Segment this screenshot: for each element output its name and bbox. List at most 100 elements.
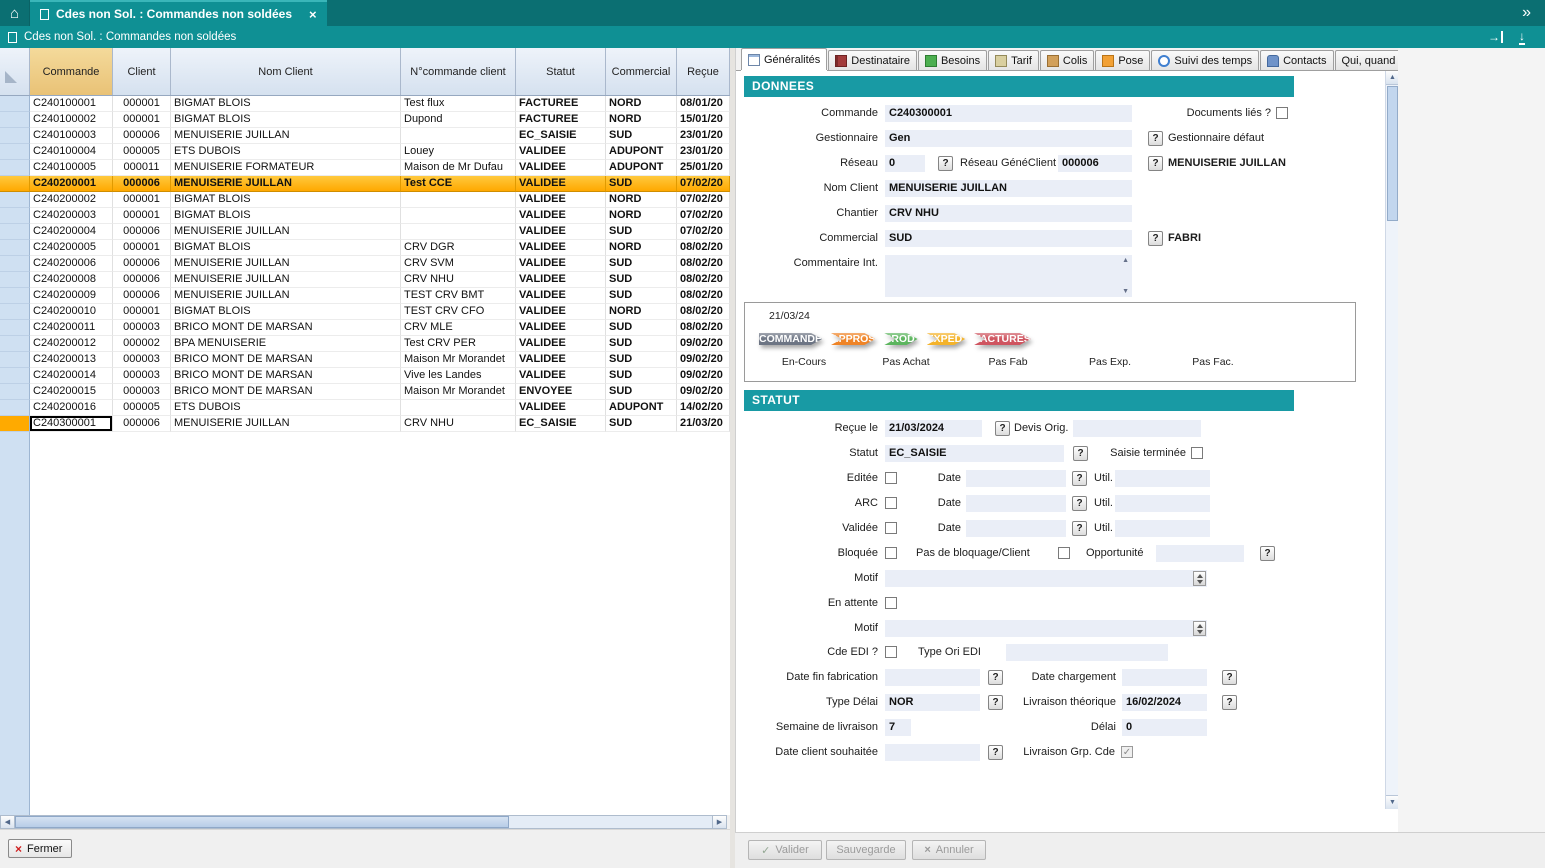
cell-client[interactable]: 000001 — [113, 112, 171, 128]
row-selector[interactable] — [0, 384, 30, 400]
cell-statut[interactable]: ENVOYEE — [516, 384, 606, 400]
cell-commercial[interactable]: ADUPONT — [606, 400, 677, 416]
cell-recue[interactable]: 21/03/20 — [677, 416, 730, 432]
row-selector[interactable] — [0, 304, 30, 320]
cell-commercial[interactable]: SUD — [606, 272, 677, 288]
tab-besoins[interactable]: Besoins — [918, 50, 987, 70]
cell-num-commande-client[interactable]: Test flux — [401, 96, 516, 112]
row-selector[interactable] — [0, 160, 30, 176]
cell-commercial[interactable]: SUD — [606, 336, 677, 352]
column-header-commande[interactable]: Commande — [30, 48, 113, 95]
cell-statut[interactable]: EC_SAISIE — [516, 416, 606, 432]
cell-nom-client[interactable]: BIGMAT BLOIS — [171, 208, 401, 224]
cell-nom-client[interactable]: MENUISERIE JUILLAN — [171, 256, 401, 272]
cell-client[interactable]: 000001 — [113, 304, 171, 320]
cell-num-commande-client[interactable] — [401, 192, 516, 208]
cell-commande[interactable]: C240200008 — [30, 272, 113, 288]
cell-num-commande-client[interactable]: Vive les Landes — [401, 368, 516, 384]
cell-statut[interactable]: VALIDEE — [516, 176, 606, 192]
cell-statut[interactable]: VALIDEE — [516, 224, 606, 240]
cell-statut[interactable]: VALIDEE — [516, 208, 606, 224]
cell-num-commande-client[interactable]: CRV NHU — [401, 272, 516, 288]
cell-commercial[interactable]: SUD — [606, 224, 677, 240]
date-fin-fab-field[interactable] — [885, 669, 980, 686]
cell-num-commande-client[interactable]: CRV MLE — [401, 320, 516, 336]
table-row[interactable]: C240100002000001BIGMAT BLOISDupondFACTUR… — [0, 112, 730, 128]
saisie-terminee-checkbox[interactable] — [1191, 447, 1203, 459]
recue-le-field[interactable]: 21/03/2024 — [885, 420, 982, 437]
cell-client[interactable]: 000006 — [113, 224, 171, 240]
cell-commande[interactable]: C240100001 — [30, 96, 113, 112]
tab-suivi-des-temps[interactable]: Suivi des temps — [1151, 50, 1259, 70]
cell-commercial[interactable]: NORD — [606, 208, 677, 224]
cell-client[interactable]: 000001 — [113, 240, 171, 256]
cell-statut[interactable]: VALIDEE — [516, 320, 606, 336]
cell-num-commande-client[interactable]: CRV DGR — [401, 240, 516, 256]
cell-commercial[interactable]: SUD — [606, 320, 677, 336]
cell-client[interactable]: 000001 — [113, 208, 171, 224]
cell-commande[interactable]: C240100003 — [30, 128, 113, 144]
arc-date-field[interactable] — [966, 495, 1066, 512]
vertical-scrollbar[interactable]: ▲ ▼ — [1385, 71, 1399, 809]
validee-checkbox[interactable] — [885, 522, 897, 534]
table-row[interactable]: C240200005000001BIGMAT BLOISCRV DGRVALID… — [0, 240, 730, 256]
cell-statut[interactable]: VALIDEE — [516, 352, 606, 368]
cell-commande[interactable]: C240100002 — [30, 112, 113, 128]
row-selector[interactable] — [0, 224, 30, 240]
cell-nom-client[interactable]: MENUISERIE JUILLAN — [171, 288, 401, 304]
textarea-down-icon[interactable]: ▼ — [1122, 288, 1129, 295]
nom-client-field[interactable]: MENUISERIE JUILLAN — [885, 180, 1132, 197]
cell-statut[interactable]: VALIDEE — [516, 336, 606, 352]
row-selector[interactable] — [0, 208, 30, 224]
row-selector[interactable] — [0, 336, 30, 352]
date-client-help-button[interactable]: ? — [988, 745, 1003, 760]
cell-commercial[interactable]: SUD — [606, 384, 677, 400]
cell-commande[interactable]: C240200005 — [30, 240, 113, 256]
cell-commercial[interactable]: SUD — [606, 416, 677, 432]
semaine-livraison-field[interactable]: 7 — [885, 719, 911, 736]
column-header-recue[interactable]: Reçue — [677, 48, 730, 95]
home-button[interactable]: ⌂ — [0, 0, 30, 26]
cell-commercial[interactable]: NORD — [606, 304, 677, 320]
cell-client[interactable]: 000011 — [113, 160, 171, 176]
cell-nom-client[interactable]: BRICO MONT DE MARSAN — [171, 368, 401, 384]
tab-colis[interactable]: Colis — [1040, 50, 1094, 70]
cell-num-commande-client[interactable] — [401, 208, 516, 224]
date-fin-fab-help-button[interactable]: ? — [988, 670, 1003, 685]
cell-statut[interactable]: VALIDEE — [516, 160, 606, 176]
cell-recue[interactable]: 14/02/20 — [677, 400, 730, 416]
table-row[interactable]: C240100004000005ETS DUBOISLoueyVALIDEEAD… — [0, 144, 730, 160]
cell-commercial[interactable]: SUD — [606, 256, 677, 272]
column-header-client[interactable]: Client — [113, 48, 171, 95]
opportunite-field[interactable] — [1156, 545, 1244, 562]
cell-client[interactable]: 000006 — [113, 416, 171, 432]
motif-spinner[interactable] — [1193, 571, 1206, 586]
cell-commande[interactable]: C240200002 — [30, 192, 113, 208]
cell-recue[interactable]: 23/01/20 — [677, 128, 730, 144]
sauvegarde-button[interactable]: Sauvegarde — [826, 840, 906, 860]
cell-commercial[interactable]: ADUPONT — [606, 144, 677, 160]
gestionnaire-field[interactable]: Gen — [885, 130, 1132, 147]
cell-statut[interactable]: VALIDEE — [516, 304, 606, 320]
cell-nom-client[interactable]: BRICO MONT DE MARSAN — [171, 320, 401, 336]
cell-recue[interactable]: 08/02/20 — [677, 320, 730, 336]
row-selector[interactable] — [0, 96, 30, 112]
cell-client[interactable]: 000001 — [113, 96, 171, 112]
type-delai-field[interactable]: NOR — [885, 694, 980, 711]
livraison-grp-checkbox[interactable] — [1121, 746, 1133, 758]
validee-date-field[interactable] — [966, 520, 1066, 537]
tab-overflow-button[interactable]: » — [1508, 0, 1545, 26]
cell-nom-client[interactable]: BIGMAT BLOIS — [171, 112, 401, 128]
column-header-statut[interactable]: Statut — [516, 48, 606, 95]
horizontal-scrollbar[interactable]: ◀ ▶ — [0, 815, 727, 829]
cell-num-commande-client[interactable]: Louey — [401, 144, 516, 160]
table-row[interactable]: C240300001000006MENUISERIE JUILLANCRV NH… — [0, 416, 730, 432]
row-selector[interactable] — [0, 272, 30, 288]
cell-statut[interactable]: VALIDEE — [516, 256, 606, 272]
row-selector[interactable] — [0, 240, 30, 256]
tab-destinataire[interactable]: Destinataire — [828, 50, 917, 70]
table-row[interactable]: C240100001000001BIGMAT BLOISTest fluxFAC… — [0, 96, 730, 112]
cell-commande[interactable]: C240200014 — [30, 368, 113, 384]
cell-statut[interactable]: VALIDEE — [516, 144, 606, 160]
cell-recue[interactable]: 08/02/20 — [677, 304, 730, 320]
